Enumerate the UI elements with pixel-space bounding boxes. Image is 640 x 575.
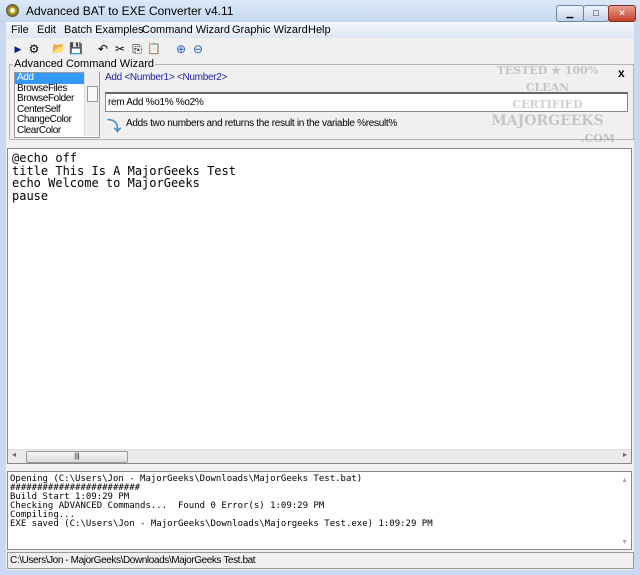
scroll-thumb[interactable]: ||| [26, 451, 128, 463]
open-folder-icon[interactable]: 📂 [52, 42, 66, 56]
app-icon [6, 4, 19, 17]
log-text: Opening (C:\Users\Jon - MajorGeeks\Downl… [10, 474, 433, 529]
status-bar: C:\Users\Jon - MajorGeeks\Downloads\Majo… [7, 552, 634, 569]
code-text[interactable]: @echo off title This Is A MajorGeeks Tes… [12, 152, 236, 202]
horizontal-scrollbar[interactable]: ◂ ||| ▸ [8, 449, 631, 463]
save-icon[interactable]: 💾 [69, 42, 83, 56]
title-bar: Advanced BAT to EXE Converter v4.11 ▁ □ … [0, 0, 640, 22]
cut-icon[interactable]: ✂ [113, 42, 127, 56]
menu-batch-examples[interactable]: Batch Examples [64, 24, 143, 36]
code-editor[interactable]: @echo off title This Is A MajorGeeks Tes… [7, 148, 632, 464]
group-label: Advanced Command Wizard [13, 58, 156, 70]
command-description: Adds two numbers and returns the result … [126, 118, 397, 129]
menu-command-wizard[interactable]: Command Wizard [142, 24, 230, 36]
scroll-thumb[interactable] [87, 86, 98, 102]
zoom-in-icon[interactable]: ⊕ [174, 42, 188, 56]
window-title: Advanced BAT to EXE Converter v4.11 [26, 4, 234, 18]
scroll-left-icon[interactable]: ◂ [12, 450, 16, 459]
scroll-down-icon[interactable]: ▼ [621, 539, 628, 546]
menu-graphic-wizard[interactable]: Graphic Wizard [232, 24, 308, 36]
build-log[interactable]: Opening (C:\Users\Jon - MajorGeeks\Downl… [7, 471, 632, 550]
command-syntax: Add <Number1> <Number2> [105, 72, 228, 83]
wizard-close-button[interactable]: x [618, 66, 625, 80]
run-icon[interactable]: ▶ [11, 42, 25, 56]
menu-edit[interactable]: Edit [37, 24, 56, 36]
compile-icon[interactable]: ⚙ [27, 42, 41, 56]
undo-icon[interactable]: ↶ [96, 42, 110, 56]
menu-file[interactable]: File [11, 24, 29, 36]
insert-arrow-icon[interactable]: ⤵ [107, 116, 121, 136]
copy-icon[interactable]: ⎘ [130, 42, 144, 56]
minimize-button[interactable]: ▁ [556, 5, 584, 22]
close-button[interactable]: ✕ [608, 5, 636, 22]
menu-bar: File Edit Batch Examples Command Wizard … [6, 22, 634, 38]
scroll-up-icon[interactable]: ▲ [621, 477, 628, 484]
zoom-out-icon[interactable]: ⊖ [191, 42, 205, 56]
menu-help[interactable]: Help [308, 24, 331, 36]
majorgeeks-watermark: TESTED ★ 100% CLEAN CERTIFIED MAJORGEEKS .C… [491, 64, 615, 145]
scroll-right-icon[interactable]: ▸ [623, 450, 627, 459]
paste-icon[interactable]: 📋 [147, 42, 161, 56]
maximize-button[interactable]: □ [583, 5, 609, 22]
list-scrollbar[interactable] [84, 72, 99, 136]
